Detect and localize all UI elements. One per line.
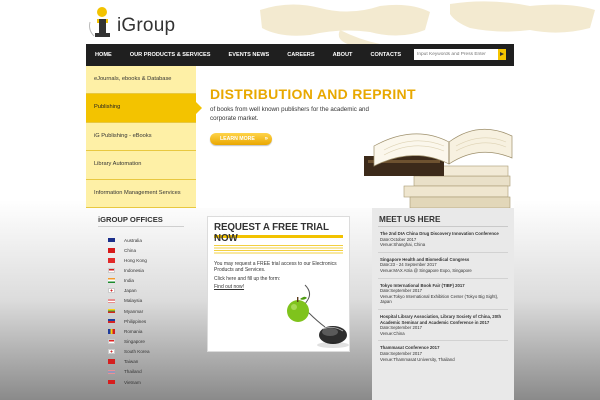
event-venue: Venue:Tokyo International Exhibition Cen… — [380, 293, 499, 305]
office-hong-kong[interactable]: Hong Kong — [108, 255, 196, 265]
china-flag-icon — [108, 247, 115, 253]
nav-products-services[interactable]: OUR PRODUCTS & SERVICES — [121, 44, 220, 66]
myanmar-flag-icon — [108, 308, 115, 314]
trial-instruction: Click here and fill up the form: — [214, 276, 281, 283]
office-south-korea[interactable]: South Korea — [108, 347, 196, 357]
office-label: Hong Kong — [124, 257, 147, 263]
office-label: India — [124, 278, 134, 284]
event-title[interactable]: Hospital Library Association, Library So… — [380, 314, 507, 325]
lower-section: iGROUP OFFICES Australia China Hong Kong… — [86, 208, 514, 400]
taiwan-flag-icon — [108, 359, 115, 365]
office-label: Philippines — [124, 318, 147, 324]
office-label: Romania — [124, 328, 143, 334]
search-input[interactable] — [414, 49, 498, 60]
trial-description: You may request a FREE trial access to o… — [214, 261, 337, 274]
event-item: Tokyo International Book Fair (TIBF) 201… — [372, 279, 514, 305]
office-thailand[interactable]: Thailand — [108, 367, 196, 377]
south-korea-flag-icon — [108, 349, 115, 354]
office-taiwan[interactable]: Taiwan — [108, 357, 196, 367]
office-malaysia[interactable]: Malaysia — [108, 296, 196, 306]
office-indonesia[interactable]: Indonesia — [108, 265, 196, 275]
double-chevron-icon: » — [264, 136, 268, 142]
side-menu: eJournals, ebooks & Database Publishing … — [86, 66, 202, 208]
office-china[interactable]: China — [108, 245, 196, 255]
office-label: Indonesia — [124, 267, 144, 273]
side-item-information-management[interactable]: Information Management Services — [86, 179, 196, 208]
page-wrapper: iGroup HOME OUR PRODUCTS & SERVICES EVEN… — [86, 0, 514, 400]
office-india[interactable]: India — [108, 276, 196, 286]
free-trial-box: REQUEST A FREE TRIAL NOW You may request… — [207, 216, 350, 352]
books-image — [364, 128, 513, 208]
indonesia-flag-icon — [108, 268, 115, 273]
header: iGroup — [86, 0, 514, 44]
office-list: Australia China Hong Kong Indonesia Indi… — [86, 227, 196, 387]
trial-stripes-decoration — [214, 245, 343, 255]
search-submit-icon[interactable] — [498, 49, 506, 60]
malaysia-flag-icon — [108, 298, 115, 304]
office-label: Vietnam — [124, 379, 141, 385]
singapore-flag-icon — [108, 339, 115, 344]
japan-flag-icon — [108, 288, 115, 294]
logo[interactable]: iGroup — [86, 6, 175, 38]
side-item-library-automation[interactable]: Library Automation — [86, 151, 196, 180]
office-label: China — [124, 247, 137, 253]
office-label: Australia — [124, 237, 142, 243]
office-label: Taiwan — [124, 359, 139, 365]
thailand-flag-icon — [108, 369, 115, 375]
office-singapore[interactable]: Singapore — [108, 336, 196, 346]
nav-home[interactable]: HOME — [86, 44, 121, 66]
office-philippines[interactable]: Philippines — [108, 316, 196, 326]
event-title[interactable]: The 2nd DIA China Drug Discovery Innovat… — [380, 231, 507, 237]
learn-more-button[interactable]: LEARN MORE » — [210, 133, 272, 145]
office-label: Thailand — [124, 369, 142, 375]
nav-about[interactable]: ABOUT — [324, 44, 362, 66]
nav-contacts[interactable]: CONTACTS — [361, 44, 410, 66]
nav-careers[interactable]: CAREERS — [278, 44, 323, 66]
office-label: South Korea — [124, 349, 150, 355]
event-venue: Venue:Thammasat University, Thailand — [380, 356, 455, 362]
offices-title: iGROUP OFFICES — [98, 215, 163, 224]
event-item: The 2nd DIA China Drug Discovery Innovat… — [372, 227, 514, 248]
office-japan[interactable]: Japan — [108, 286, 196, 296]
brand-name: iGroup — [117, 15, 176, 36]
event-venue: Venue:China — [380, 330, 405, 336]
hero-subtitle: of books from well known publishers for … — [210, 106, 369, 122]
apple-mouse-image — [287, 284, 349, 348]
office-romania[interactable]: Romania — [108, 326, 196, 336]
nav-events-news[interactable]: EVENTS NEWS — [220, 44, 279, 66]
romania-flag-icon — [108, 329, 115, 334]
office-label: Japan — [124, 288, 137, 294]
hong-kong-flag-icon — [108, 258, 115, 263]
australia-flag-icon — [108, 237, 115, 243]
office-label: Singapore — [124, 338, 145, 344]
search-box — [414, 49, 506, 60]
office-label: Myanmar — [124, 308, 144, 314]
office-label: Malaysia — [124, 298, 143, 304]
event-venue: Venue:Shanghai, China — [380, 242, 426, 248]
office-myanmar[interactable]: Myanmar — [108, 306, 196, 316]
india-flag-icon — [108, 278, 115, 283]
event-venue: Venue:MAX Atria @ Singapore Expo, Singap… — [380, 267, 472, 273]
meet-title: MEET US HERE — [379, 215, 441, 224]
igroup-logo-icon — [89, 7, 110, 37]
main-nav: HOME OUR PRODUCTS & SERVICES EVENTS NEWS… — [86, 44, 514, 66]
side-item-ejournals[interactable]: eJournals, ebooks & Database — [86, 66, 196, 95]
trial-title: REQUEST A FREE TRIAL NOW — [214, 222, 329, 244]
philippines-flag-icon — [108, 318, 115, 324]
side-item-publishing[interactable]: Publishing — [86, 94, 202, 123]
side-item-ig-publishing[interactable]: iG Publishing - eBooks — [86, 122, 196, 152]
meet-us-column: MEET US HERE The 2nd DIA China Drug Disc… — [372, 208, 514, 400]
office-vietnam[interactable]: Vietnam — [108, 377, 196, 387]
event-item: Hospital Library Association, Library So… — [372, 310, 514, 336]
hero-title: DISTRIBUTION AND REPRINT — [210, 86, 416, 102]
offices-column: iGROUP OFFICES Australia China Hong Kong… — [86, 208, 196, 400]
vietnam-flag-icon — [108, 379, 115, 385]
learn-more-label: LEARN MORE — [220, 136, 255, 142]
office-australia[interactable]: Australia — [108, 235, 196, 245]
event-item: Thammasat Conference 2017 Date:September… — [372, 341, 514, 362]
event-item: Singapore Health and Biomedical Congress… — [372, 253, 514, 274]
hero-banner: eJournals, ebooks & Database Publishing … — [86, 66, 514, 208]
